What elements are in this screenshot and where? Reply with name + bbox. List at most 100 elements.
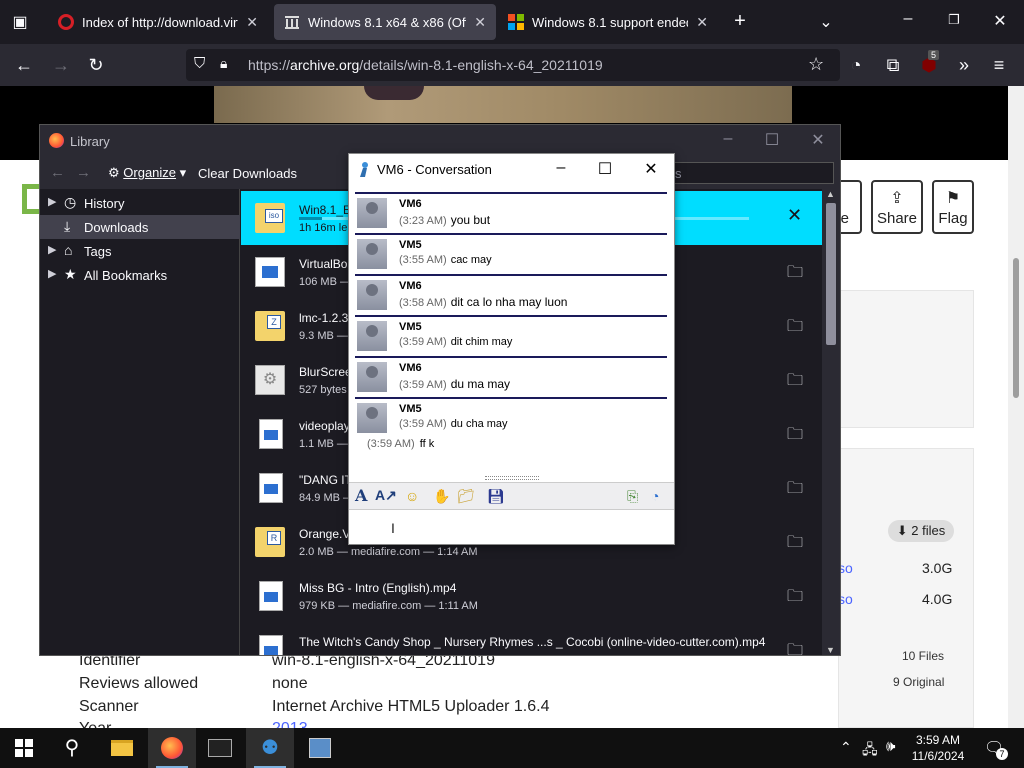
send-file-icon[interactable]: 📁︎ xyxy=(457,488,475,505)
iso-file-icon: iso xyxy=(255,203,285,233)
back-icon[interactable]: ← xyxy=(50,164,65,181)
minimize-icon[interactable]: – xyxy=(549,159,573,177)
back-icon[interactable]: ← xyxy=(13,54,35,76)
start-button[interactable] xyxy=(0,728,48,768)
files-count[interactable]: 10 Files xyxy=(902,649,944,663)
sidebar-item-tags[interactable]: ▶ ⌂ Tags xyxy=(40,239,240,263)
search-icon[interactable]: ⚲ xyxy=(48,728,96,768)
folder-icon[interactable]: 🗀︎ xyxy=(787,315,803,342)
downloads-scrollbar[interactable]: ▲ ▼ xyxy=(822,189,840,655)
folder-icon[interactable]: 🗀︎ xyxy=(787,261,803,288)
message-continuation: (3:59 AM) ff k xyxy=(367,438,435,450)
app-taskbar-icon[interactable] xyxy=(296,728,344,768)
forward-icon[interactable]: → xyxy=(76,164,91,181)
file-explorer-icon[interactable] xyxy=(98,728,146,768)
meta-value-link[interactable]: 2013 xyxy=(272,720,308,728)
page-scrollbar[interactable] xyxy=(1008,86,1024,728)
tab-index-download[interactable]: Index of http://download.virtu ✕ xyxy=(48,4,268,40)
copy-icon[interactable]: ⎘ xyxy=(627,488,638,505)
share-icon: ⇪ xyxy=(890,190,904,207)
sidebar-item-bookmarks[interactable]: ▶ ★ All Bookmarks xyxy=(40,263,240,287)
meta-value: none xyxy=(272,675,308,692)
history-icon[interactable]: ◔ xyxy=(651,488,659,504)
chevron-right-icon[interactable]: ▶ xyxy=(48,243,56,256)
clock[interactable]: 3:59 AM 11/6/2024 xyxy=(906,732,970,764)
url-bar[interactable]: ⛉ 🔒︎ https://archive.org/details/win-8.1… xyxy=(186,49,840,81)
organize-button[interactable]: ⚙ Organize ▾ xyxy=(108,165,186,181)
close-tab-icon[interactable]: ✕ xyxy=(474,14,486,31)
gear-icon: ⚙ xyxy=(108,165,120,180)
download-item[interactable]: The Witch's Candy Shop _ Nursery Rhymes … xyxy=(241,623,822,655)
close-icon[interactable]: ✕ xyxy=(806,130,830,150)
sidebar-item-downloads[interactable]: ⤓ Downloads xyxy=(40,215,240,239)
tab-windows-81[interactable]: Windows 8.1 x64 & x86 (Officia ✕ xyxy=(274,4,496,40)
close-tab-icon[interactable]: ✕ xyxy=(246,14,258,31)
close-icon[interactable]: ✕ xyxy=(639,159,663,179)
new-tab-icon[interactable]: + xyxy=(730,10,750,33)
cancel-download-icon[interactable]: ✕ xyxy=(787,205,802,226)
folder-icon[interactable]: 🗀︎ xyxy=(787,585,803,612)
bookmark-star-icon[interactable]: ☆ xyxy=(808,54,824,75)
download-size: 3.0G xyxy=(922,560,953,576)
nudge-icon[interactable]: ✋ xyxy=(433,488,450,505)
forward-icon[interactable]: → xyxy=(50,54,72,76)
minimize-icon[interactable]: – xyxy=(898,10,918,28)
minimize-icon[interactable]: – xyxy=(716,130,740,148)
maximize-icon[interactable]: ☐ xyxy=(593,159,617,179)
close-window-icon[interactable]: ✕ xyxy=(990,11,1010,31)
scrollbar-thumb[interactable] xyxy=(826,203,836,345)
download-item[interactable]: Miss BG - Intro (English).mp4 979 KB — m… xyxy=(241,569,822,623)
more-tools-icon[interactable]: » xyxy=(953,54,975,76)
url-text[interactable]: https://archive.org/details/win-8.1-engl… xyxy=(248,57,603,73)
firefox-taskbar-icon[interactable] xyxy=(148,728,196,768)
vpn-icon[interactable]: ◔ xyxy=(845,54,867,76)
text-color-icon[interactable]: A↗ xyxy=(375,487,397,504)
chevron-right-icon[interactable]: ▶ xyxy=(48,195,56,208)
volume-icon[interactable]: 🕪︎ xyxy=(886,738,895,755)
maximize-icon[interactable]: ❐ xyxy=(944,12,964,28)
tab-overview-icon[interactable]: ▣ xyxy=(10,12,30,32)
folder-icon[interactable]: 🗀︎ xyxy=(787,639,803,655)
shield-icon[interactable]: ⛉ xyxy=(194,55,205,72)
sidebar-item-history[interactable]: ▶ ◷ History xyxy=(40,191,240,215)
download-status: 1h 16m le xyxy=(299,222,348,234)
maximize-icon[interactable]: ☐ xyxy=(760,130,784,150)
share-button[interactable]: ⇪ Share xyxy=(871,180,923,234)
messenger-taskbar-icon[interactable]: ⚉ xyxy=(246,728,294,768)
flag-button[interactable]: ⚑ Flag xyxy=(932,180,974,234)
folder-icon[interactable]: 🗀︎ xyxy=(787,531,803,558)
tab-title: Index of http://download.virtu xyxy=(82,14,239,30)
menu-icon[interactable]: ≡ xyxy=(988,54,1010,76)
scroll-down-icon[interactable]: ▼ xyxy=(826,645,835,655)
message-input[interactable]: I xyxy=(349,510,674,544)
save-icon[interactable]: 💾︎ xyxy=(487,488,505,505)
scrollbar-thumb[interactable] xyxy=(1013,258,1019,398)
font-icon[interactable]: A xyxy=(355,486,367,505)
files-badge[interactable]: ⬇ 2 files xyxy=(888,520,954,542)
scroll-up-icon[interactable]: ▲ xyxy=(826,189,835,199)
close-tab-icon[interactable]: ✕ xyxy=(696,14,708,31)
network-icon[interactable]: 🖧︎ xyxy=(862,739,878,763)
browser-tab-bar: ▣ Index of http://download.virtu ✕ Windo… xyxy=(0,0,1024,44)
tab-support-ended[interactable]: Windows 8.1 support ended on ✕ xyxy=(498,4,718,40)
lock-icon[interactable]: 🔒︎ xyxy=(220,55,227,72)
reload-icon[interactable]: ↻ xyxy=(85,54,107,76)
splitter-handle[interactable] xyxy=(485,476,539,480)
conversation-titlebar[interactable]: VM6 - Conversation – ☐ ✕ xyxy=(349,154,674,184)
list-tabs-icon[interactable]: ⌄ xyxy=(816,12,836,32)
terminal-icon[interactable] xyxy=(196,728,244,768)
folder-icon[interactable]: 🗀︎ xyxy=(787,369,803,396)
folder-icon[interactable]: 🗀︎ xyxy=(787,423,803,450)
search-downloads-input[interactable]: s xyxy=(674,162,834,184)
clear-downloads-button[interactable]: Clear Downloads xyxy=(198,166,297,181)
emoticon-icon[interactable]: ☺ xyxy=(405,488,419,504)
message-history: VM6 (3:23 AM) you but VM5 (3:55 AM) cac ma… xyxy=(349,184,674,476)
flag-icon: ⚑ xyxy=(945,190,961,207)
firefox-icon xyxy=(49,133,64,148)
folder-icon[interactable]: 🗀︎ xyxy=(787,477,803,504)
show-hidden-icons-icon[interactable]: ⌃ xyxy=(840,739,852,756)
download-name: VirtualBo xyxy=(299,257,348,271)
chevron-right-icon[interactable]: ▶ xyxy=(48,267,56,280)
download-name: "DANG IT xyxy=(299,473,352,487)
extensions-icon[interactable]: ⧉ xyxy=(882,54,904,76)
